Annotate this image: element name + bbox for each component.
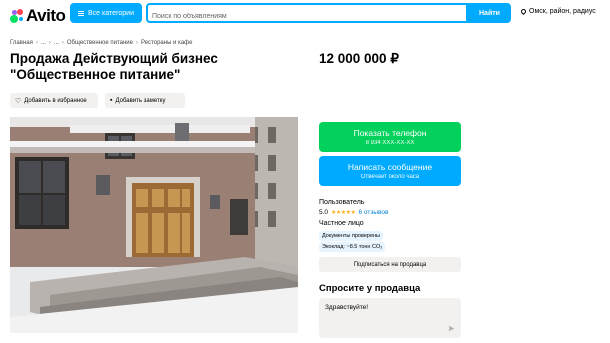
breadcrumb-item[interactable]: Общественное питание xyxy=(67,40,133,46)
building-photo-illustration xyxy=(10,117,298,333)
search-button[interactable]: Найти xyxy=(468,3,511,23)
seller-name[interactable]: Пользователь xyxy=(319,199,364,206)
menu-icon xyxy=(78,10,84,16)
add-note-button[interactable]: ▪ Добавить заметку xyxy=(105,93,185,108)
all-categories-label: Все категории xyxy=(88,9,134,17)
top-header: Avito Все категории Найти Омск, район, р… xyxy=(0,0,610,28)
eco-badge: Экоклад: ~8.5 тонн CO₂ xyxy=(319,242,386,252)
phone-masked: 8 934 XXX-XX-XX xyxy=(365,140,415,146)
seller-type: Частное лицо xyxy=(319,220,364,227)
ask-seller-input[interactable]: Здравствуйте! xyxy=(319,298,461,338)
seller-rating: 5.0 ★★★★★ 6 отзывов xyxy=(319,209,388,216)
breadcrumb-separator: › xyxy=(61,40,64,46)
listing-photo[interactable] xyxy=(10,117,298,333)
show-phone-button[interactable]: Показать телефон 8 934 XXX-XX-XX xyxy=(319,122,461,152)
heart-icon: ♡ xyxy=(15,97,22,105)
all-categories-button[interactable]: Все категории xyxy=(70,3,142,23)
breadcrumb-item[interactable]: Главная xyxy=(10,40,33,46)
breadcrumb-separator: › xyxy=(48,40,51,46)
listing-title: Продажа Действующий бизнес "Общественное… xyxy=(10,51,218,82)
breadcrumb-item[interactable]: Рестораны и кафе xyxy=(141,40,192,46)
write-message-button[interactable]: Написать сообщение Отвечает около часа xyxy=(319,156,461,186)
reviews-link[interactable]: 6 отзывов xyxy=(358,209,388,216)
search-input[interactable] xyxy=(148,8,466,25)
note-icon: ▪ xyxy=(110,97,113,104)
breadcrumb-item[interactable]: ... xyxy=(54,40,59,46)
breadcrumb-separator: › xyxy=(135,40,138,46)
breadcrumb-item[interactable]: ... xyxy=(41,40,46,46)
write-message-label: Написать сообщение xyxy=(347,162,433,172)
add-favorite-button[interactable]: ♡ Добавить в избранное xyxy=(10,93,98,108)
logo-dots-icon xyxy=(10,9,24,23)
ask-message-text: Здравствуйте! xyxy=(325,304,369,311)
rating-value: 5.0 xyxy=(319,209,329,216)
ask-seller-title: Спросите у продавца xyxy=(319,283,421,294)
logo-text: Avito xyxy=(26,6,66,25)
send-icon[interactable] xyxy=(448,325,455,332)
subscribe-seller-button[interactable]: Подписаться на продавца xyxy=(319,257,461,272)
breadcrumb-separator: › xyxy=(35,40,38,46)
listing-price: 12 000 000 ₽ xyxy=(319,51,399,66)
rating-stars-icon: ★★★★★ xyxy=(331,210,356,216)
add-note-label: Добавить заметку xyxy=(115,97,166,104)
location-label: Омск, район, радиус xyxy=(529,8,596,15)
documents-verified-badge: Документы проверены xyxy=(319,231,384,241)
add-favorite-label: Добавить в избранное xyxy=(24,97,87,104)
show-phone-label: Показать телефон xyxy=(353,128,427,138)
location-selector[interactable]: Омск, район, радиус xyxy=(519,7,596,16)
search-box xyxy=(146,3,468,25)
avito-logo[interactable]: Avito xyxy=(10,6,66,26)
location-pin-icon xyxy=(519,7,528,16)
breadcrumb: Главная › ... › ... › Общественное питан… xyxy=(10,40,192,46)
reply-time: Отвечает около часа xyxy=(360,174,420,180)
